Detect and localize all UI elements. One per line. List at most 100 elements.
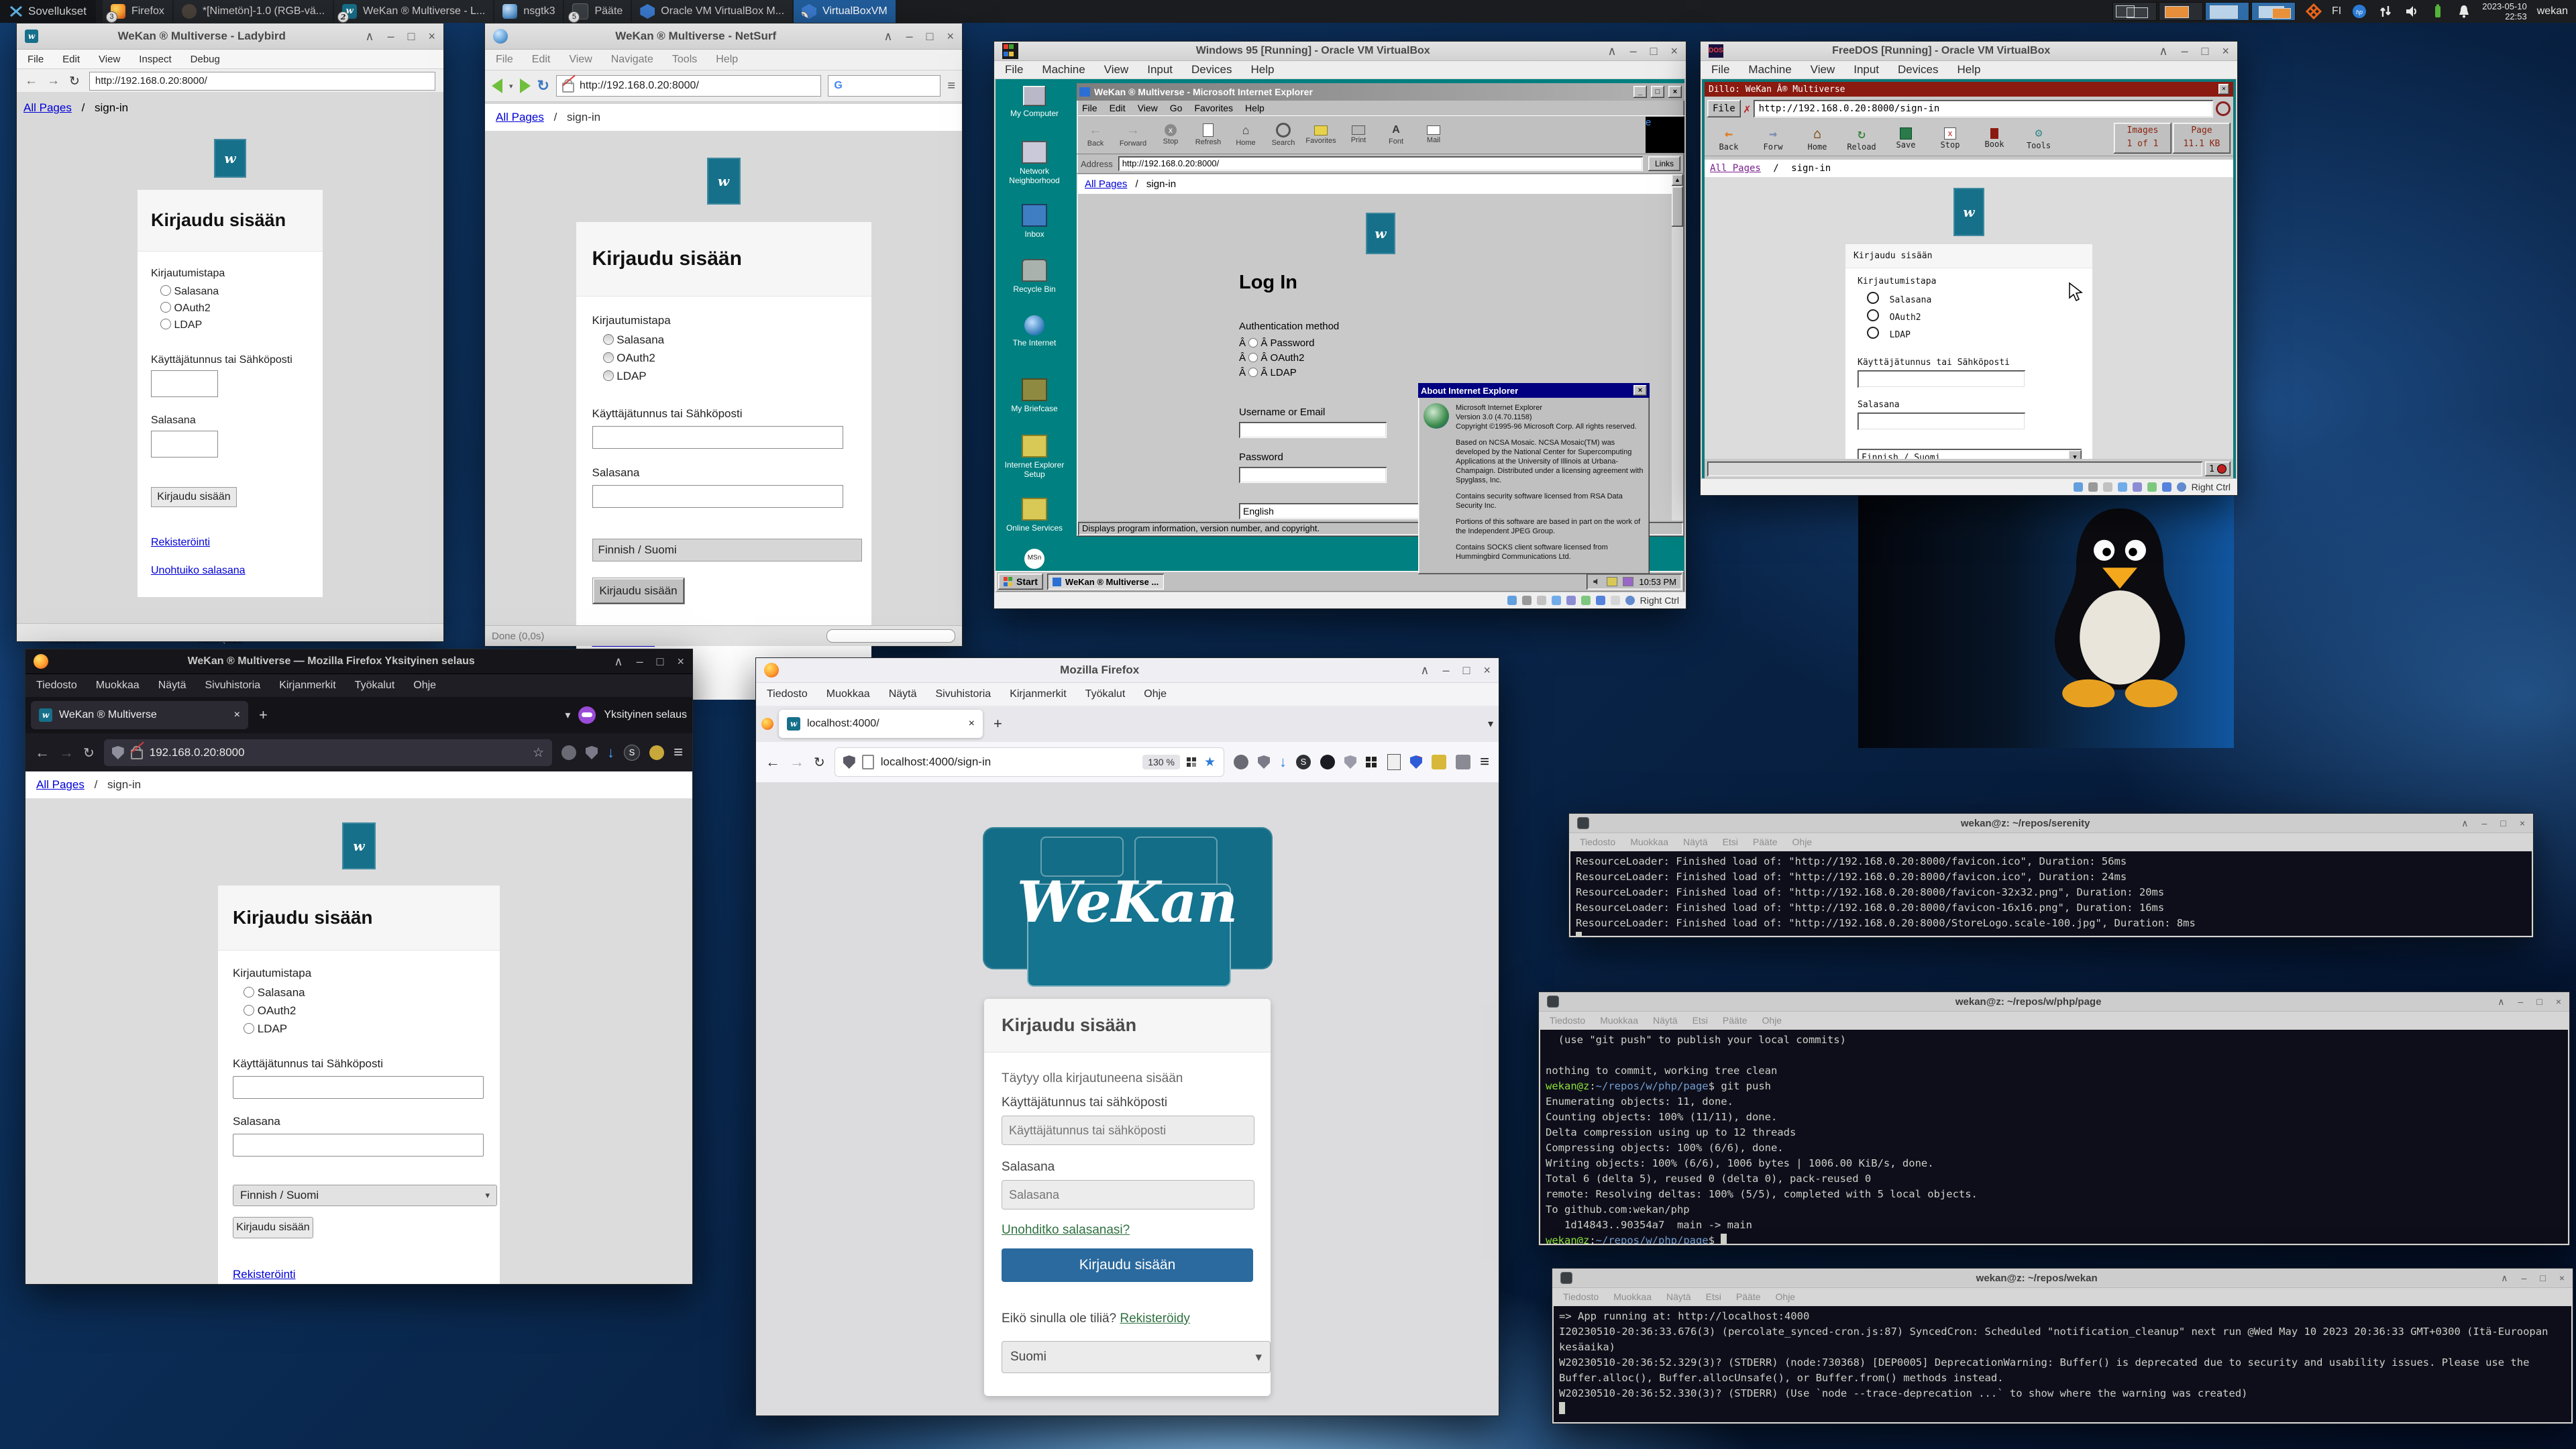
menu-ohje[interactable]: Ohje — [1144, 688, 1167, 700]
shade-button[interactable]: ∧ — [2498, 996, 2504, 1008]
forward-icon[interactable]: → — [47, 74, 60, 89]
menu-file[interactable]: File — [1005, 63, 1023, 76]
menu-nayta[interactable]: Näytä — [1653, 1015, 1678, 1026]
ie-titlebar[interactable]: WeKan ® Multiverse - Microsoft Internet … — [1077, 83, 1684, 101]
radio-icon[interactable] — [1248, 368, 1258, 377]
menu-file[interactable]: File — [1711, 63, 1729, 76]
network-traffic-icon[interactable] — [2377, 3, 2394, 19]
radio-icon[interactable] — [1867, 292, 1879, 304]
menu-tyokalut[interactable]: Työkalut — [355, 680, 395, 692]
workspace-1[interactable] — [2112, 2, 2157, 21]
hamburger-icon[interactable]: ≡ — [947, 78, 955, 94]
keyboard-layout-indicator[interactable]: FI — [2332, 5, 2341, 17]
language-select[interactable]: Finnish / Suomi — [592, 539, 862, 561]
menu-ohje[interactable]: Ohje — [1776, 1291, 1796, 1302]
ext-shield-icon[interactable] — [586, 746, 598, 759]
menu-muokkaa[interactable]: Muokkaa — [1613, 1291, 1652, 1302]
address-input[interactable]: http://192.168.0.20:8000/ — [1118, 156, 1643, 171]
scroll-thumb[interactable] — [1672, 186, 1683, 227]
username-input[interactable] — [1239, 422, 1387, 438]
forward-icon[interactable] — [520, 78, 531, 93]
about-dialog-titlebar[interactable]: About Internet Explorer × — [1418, 383, 1650, 398]
ext-puzzle-icon[interactable] — [1456, 755, 1470, 769]
ie-maximize-button[interactable]: □ — [1651, 86, 1664, 98]
taskbar-item-wekan-ladybird[interactable]: w2 WeKan ® Multiverse - L... — [334, 0, 493, 23]
radio-row-oauth2[interactable]: OAuth2 — [603, 352, 855, 365]
shade-button[interactable]: ∧ — [2501, 1273, 2508, 1284]
volume-icon[interactable] — [2404, 3, 2420, 19]
menu-file[interactable]: File — [1082, 103, 1097, 113]
menu-devices[interactable]: Devices — [1898, 63, 1938, 76]
maximize-button[interactable]: □ — [2202, 44, 2209, 58]
radio-row-password[interactable]: Salasana — [160, 285, 309, 298]
terminal-titlebar[interactable]: wekan@z: ~/repos/w/php/page ∧–□× — [1539, 992, 2569, 1012]
shade-button[interactable]: ∧ — [365, 30, 374, 44]
signin-button[interactable]: Kirjaudu sisään — [151, 487, 237, 507]
radio-icon[interactable] — [160, 302, 171, 313]
ladybird-titlebar[interactable]: w WeKan ® Multiverse - Ladybird ∧–□× — [17, 23, 443, 50]
menu-edit[interactable]: Edit — [532, 54, 551, 66]
password-input[interactable] — [1239, 467, 1387, 483]
back-dropdown-icon[interactable]: ▾ — [509, 82, 513, 91]
radio-row-oauth2[interactable]: OAuth2 — [244, 1004, 485, 1018]
minimize-button[interactable]: – — [637, 655, 643, 669]
close-button[interactable]: × — [677, 655, 684, 669]
dialog-close-button[interactable]: × — [1633, 385, 1647, 396]
desktop-icon-ie-setup[interactable]: Internet Explorer Setup — [1001, 435, 1068, 479]
ext-s-icon[interactable]: S — [624, 745, 640, 761]
username-input[interactable] — [592, 426, 843, 449]
shade-button[interactable]: ∧ — [2461, 818, 2468, 829]
menu-tyokalut[interactable]: Työkalut — [1085, 688, 1126, 700]
close-button[interactable]: × — [2556, 996, 2561, 1008]
ie-home-button[interactable]: ⌂Home — [1227, 123, 1265, 147]
menu-file[interactable]: File — [28, 54, 44, 65]
volume-icon[interactable] — [1592, 577, 1601, 586]
tray-icon[interactable] — [1623, 577, 1633, 586]
start-button[interactable]: Start — [998, 574, 1043, 590]
bookmark-star-icon[interactable]: ☆ — [533, 745, 544, 761]
vbox-titlebar[interactable]: DOS FreeDOS [Running] - Oracle VM Virtua… — [1701, 42, 2237, 61]
menu-ohje[interactable]: Ohje — [413, 680, 436, 692]
maximize-button[interactable]: □ — [2536, 996, 2542, 1008]
radio-icon[interactable] — [603, 352, 614, 363]
dillo-reload-button[interactable]: ↻Reload — [1840, 125, 1883, 152]
radio-icon[interactable] — [603, 370, 614, 381]
taskbar-task-wekan[interactable]: WeKan ® Multiverse ... — [1047, 574, 1164, 590]
shade-button[interactable]: ∧ — [1420, 663, 1429, 678]
terminal-screen[interactable]: (use "git push" to publish your local co… — [1540, 1030, 2568, 1244]
firefox-titlebar[interactable]: Mozilla Firefox ∧–□× — [756, 658, 1499, 683]
url-input[interactable]: http://192.168.0.20:8000/sign-in — [1754, 100, 2213, 117]
menu-muokkaa[interactable]: Muokkaa — [1630, 837, 1668, 847]
menu-nayta[interactable]: Näytä — [1666, 1291, 1691, 1302]
menu-muokkaa[interactable]: Muokkaa — [1600, 1015, 1638, 1026]
ext-notes-icon[interactable] — [1387, 754, 1401, 770]
menu-go[interactable]: Go — [1170, 103, 1183, 113]
menu-muokkaa[interactable]: Muokkaa — [96, 680, 140, 692]
menu-help[interactable]: Help — [1245, 103, 1265, 113]
workspace-4[interactable] — [2251, 2, 2296, 21]
desktop-icon-recycle-bin[interactable]: Recycle Bin — [1001, 259, 1068, 294]
taskbar-item-nsgtk3[interactable]: nsgtk3 — [494, 0, 563, 23]
radio-icon[interactable] — [1867, 309, 1879, 321]
tab-list-chevron-icon[interactable]: ▾ — [1488, 717, 1493, 731]
shade-button[interactable]: ∧ — [1607, 44, 1616, 58]
dillo-home-button[interactable]: ⌂Home — [1796, 125, 1839, 152]
applications-menu[interactable]: Sovellukset — [0, 0, 96, 23]
register-link[interactable]: Rekisteröinti — [233, 1268, 296, 1281]
reload-icon[interactable]: ↻ — [83, 745, 95, 761]
shade-button[interactable]: ∧ — [883, 30, 892, 44]
dillo-close-button[interactable]: × — [2218, 84, 2229, 95]
close-button[interactable]: × — [2520, 818, 2525, 829]
minimize-button[interactable]: – — [388, 30, 394, 44]
ie-back-button[interactable]: ←Back — [1077, 123, 1114, 148]
menu-input[interactable]: Input — [1854, 63, 1879, 76]
radio-icon[interactable] — [1248, 338, 1258, 347]
tab-localhost[interactable]: w localhost:4000/ × — [779, 710, 983, 738]
forgot-password-link[interactable]: Unohtuiko salasana — [151, 565, 246, 576]
tab-close-icon[interactable]: × — [969, 718, 975, 730]
hamburger-icon[interactable]: ≡ — [674, 743, 683, 762]
radio-icon[interactable] — [1867, 327, 1879, 339]
ext-fingerprint-icon[interactable] — [561, 745, 576, 760]
register-link[interactable]: Rekisteröinti — [151, 537, 210, 548]
tab-close-icon[interactable]: × — [234, 709, 240, 721]
